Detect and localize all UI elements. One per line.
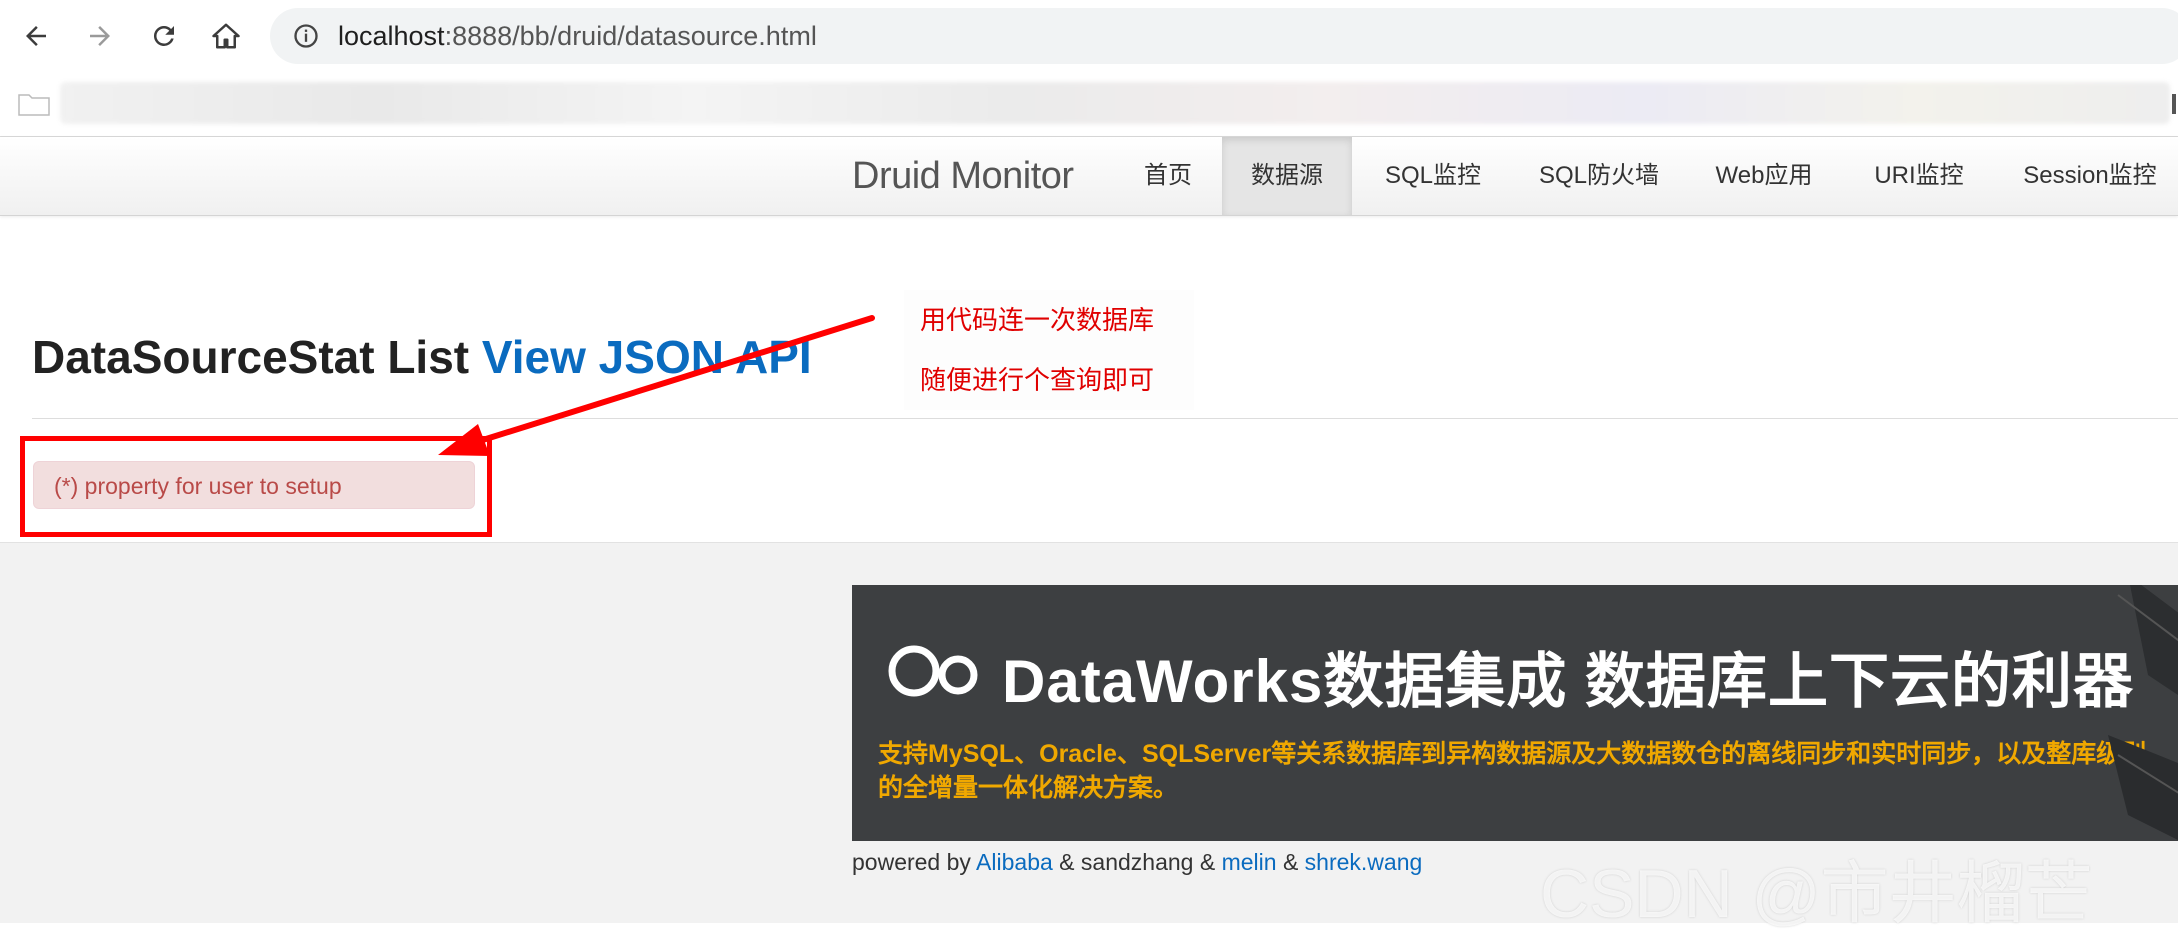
bookmarks-bar xyxy=(0,72,2178,137)
title-divider xyxy=(32,418,2178,419)
powered-by: powered by Alibaba & sandzhang & melin &… xyxy=(852,849,1422,876)
druid-navbar: Druid Monitor 首页 数据源 SQL监控 SQL防火墙 Web应用 … xyxy=(0,137,2178,216)
reload-button[interactable] xyxy=(146,18,182,54)
csdn-watermark: CSDN @市井榴芒 xyxy=(1540,856,2093,932)
banner-headline: DataWorks数据集成 数据库上下云的利器 xyxy=(1002,648,2135,715)
bookmarks-overflow-icon[interactable] xyxy=(2172,94,2176,114)
powered-sep-1: & sandzhang & xyxy=(1059,849,1216,875)
nav-uri-monitor[interactable]: URI监控 xyxy=(1858,137,1980,215)
annotation-line-1: 用代码连一次数据库 xyxy=(920,305,1155,335)
dataworks-banner[interactable]: DataWorks数据集成 数据库上下云的利器 支持MySQL、Oracle、S… xyxy=(852,585,2178,841)
annotation-note: 用代码连一次数据库 随便进行个查询即可 xyxy=(904,290,1194,410)
page-title: DataSourceStat List View JSON API xyxy=(32,330,812,384)
arrow-left-icon xyxy=(26,26,46,46)
folder-icon[interactable] xyxy=(18,92,50,116)
view-json-api-link[interactable]: View JSON API xyxy=(482,331,812,383)
url-text: localhost:8888/bb/druid/datasource.html xyxy=(338,21,817,52)
annotation-highlight-box xyxy=(20,436,492,537)
melin-link[interactable]: melin xyxy=(1222,849,1277,875)
nav-web-app[interactable]: Web应用 xyxy=(1704,137,1824,215)
browser-toolbar: localhost:8888/bb/druid/datasource.html xyxy=(0,0,2178,72)
dataworks-logo-icon xyxy=(888,645,978,697)
info-icon[interactable] xyxy=(292,22,320,50)
shrek-wang-link[interactable]: shrek.wang xyxy=(1305,849,1423,875)
home-icon xyxy=(212,23,240,49)
home-button[interactable] xyxy=(208,18,244,54)
back-button[interactable] xyxy=(18,18,54,54)
powered-by-prefix: powered by xyxy=(852,849,971,875)
page-title-text: DataSourceStat List xyxy=(32,331,470,383)
nav-home[interactable]: 首页 xyxy=(1118,137,1218,215)
forward-button[interactable] xyxy=(82,18,118,54)
arrow-right-icon xyxy=(90,26,110,46)
nav-sql-firewall[interactable]: SQL防火墙 xyxy=(1520,137,1678,215)
brand-title[interactable]: Druid Monitor xyxy=(852,155,1074,198)
alibaba-link[interactable]: Alibaba xyxy=(976,849,1053,875)
bookmarks-blurred xyxy=(60,82,2170,124)
url-host: localhost xyxy=(338,21,445,51)
nav-datasource[interactable]: 数据源 xyxy=(1222,137,1352,215)
reload-icon xyxy=(153,25,174,46)
powered-sep-2: & xyxy=(1282,849,1299,875)
url-path: :8888/bb/druid/datasource.html xyxy=(444,21,817,51)
nav-sql-monitor[interactable]: SQL监控 xyxy=(1364,137,1502,215)
banner-subline: 支持MySQL、Oracle、SQLServer等关系数据库到异构数据源及大数据… xyxy=(878,740,2147,802)
address-bar[interactable]: localhost:8888/bb/druid/datasource.html xyxy=(270,8,2178,64)
banner-decoration-icon xyxy=(2108,585,2178,840)
annotation-line-2: 随便进行个查询即可 xyxy=(920,365,1155,395)
nav-session-monitor[interactable]: Session监控 xyxy=(2010,137,2170,215)
